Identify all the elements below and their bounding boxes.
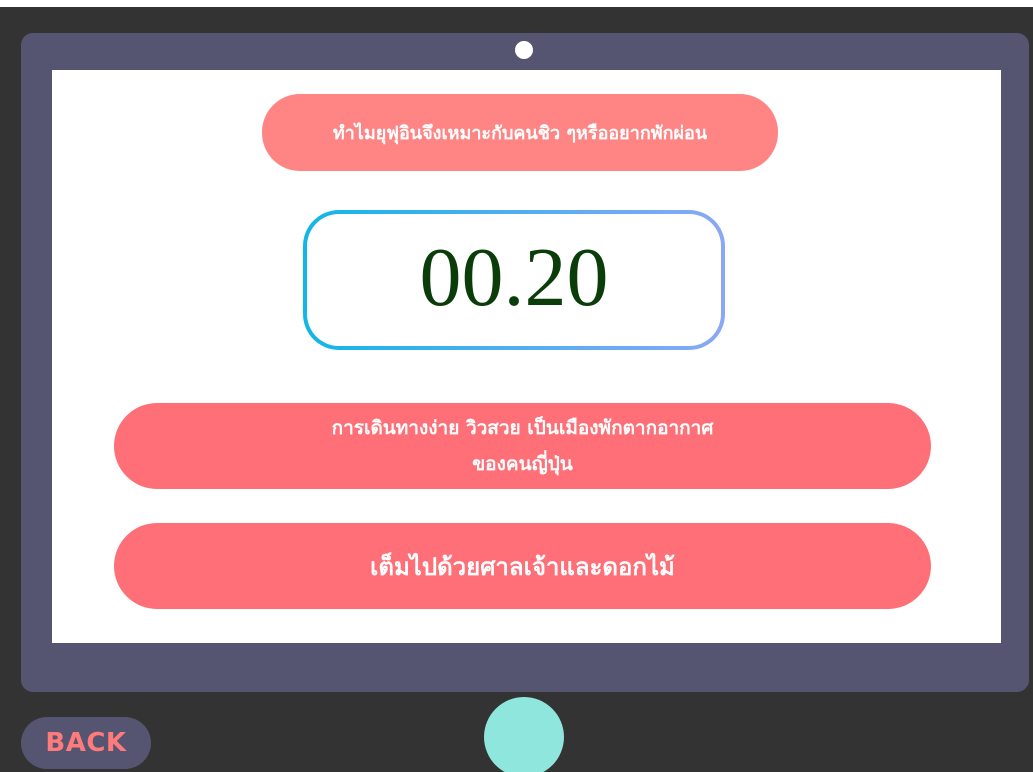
- answer-option-1[interactable]: การเดินทางง่าย วิวสวย เป็นเมืองพักตากอาก…: [114, 403, 931, 489]
- answer-option-1-line-2: ของคนญี่ปุ่น: [472, 453, 573, 475]
- home-button[interactable]: [484, 697, 564, 772]
- back-button-label: BACK: [45, 728, 127, 758]
- countdown-timer: 00.20: [303, 210, 725, 350]
- back-button[interactable]: BACK: [21, 717, 151, 769]
- answer-option-2[interactable]: เต็มไปด้วยศาลเจ้าและดอกไม้: [114, 523, 931, 609]
- app-stage: ทำไมยุฟุอินจึงเหมาะกับคนชิว ๆหรืออยากพัก…: [0, 0, 1033, 772]
- timer-value: 00.20: [419, 231, 609, 324]
- camera-dot: [515, 41, 533, 59]
- answer-option-1-line-1: การเดินทางง่าย วิวสวย เป็นเมืองพักตากอาก…: [331, 417, 714, 439]
- question-label: ทำไมยุฟุอินจึงเหมาะกับคนชิว ๆหรืออยากพัก…: [262, 94, 778, 171]
- question-text: ทำไมยุฟุอินจึงเหมาะกับคนชิว ๆหรืออยากพัก…: [332, 123, 708, 144]
- answer-option-2-line-1: เต็มไปด้วยศาลเจ้าและดอกไม้: [370, 552, 675, 581]
